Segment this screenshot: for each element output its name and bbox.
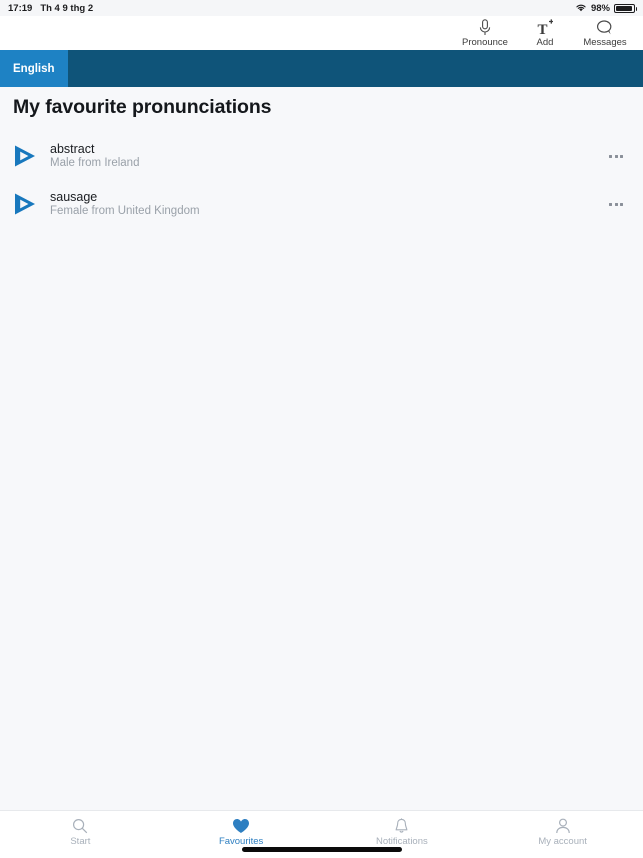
add-button[interactable]: T Add bbox=[517, 16, 573, 48]
nav-item-my-account-label: My account bbox=[538, 836, 587, 847]
tab-english[interactable]: English bbox=[0, 50, 68, 87]
nav-item-notifications[interactable]: Notifications bbox=[322, 811, 483, 847]
app-screen: 17:19 Th 4 9 thg 2 98% Pronounce T Add M… bbox=[0, 0, 643, 858]
status-date: Th 4 9 thg 2 bbox=[40, 2, 94, 14]
play-button[interactable] bbox=[10, 189, 40, 219]
list-item[interactable]: abstract Male from Ireland bbox=[0, 132, 643, 180]
status-bar-right: 98% bbox=[575, 2, 637, 14]
more-options-icon[interactable] bbox=[601, 189, 631, 219]
list-item-speaker: Male from Ireland bbox=[50, 157, 140, 170]
nav-item-notifications-label: Notifications bbox=[376, 836, 428, 847]
heart-icon bbox=[232, 817, 250, 834]
status-time: 17:19 bbox=[8, 2, 33, 14]
battery-icon bbox=[614, 3, 637, 13]
list-item-word: sausage bbox=[50, 189, 98, 204]
nav-item-start[interactable]: Start bbox=[0, 811, 161, 847]
speech-bubble-icon bbox=[596, 18, 614, 36]
status-bar: 17:19 Th 4 9 thg 2 98% bbox=[0, 0, 643, 16]
list-item-speaker: Female from United Kingdom bbox=[50, 205, 200, 218]
list-item[interactable]: sausage Female from United Kingdom bbox=[0, 180, 643, 228]
microphone-icon bbox=[479, 18, 491, 36]
pronounce-button[interactable]: Pronounce bbox=[457, 16, 513, 48]
play-button[interactable] bbox=[10, 141, 40, 171]
messages-button[interactable]: Messages bbox=[577, 16, 633, 48]
status-bar-left: 17:19 Th 4 9 thg 2 bbox=[8, 3, 93, 14]
nav-item-my-account[interactable]: My account bbox=[482, 811, 643, 847]
search-icon bbox=[72, 817, 88, 834]
add-text-icon: T bbox=[537, 18, 553, 36]
list-item-text: abstract Male from Ireland bbox=[50, 142, 139, 171]
wifi-icon bbox=[575, 3, 587, 14]
language-bar: English bbox=[0, 50, 643, 87]
bell-icon bbox=[394, 817, 409, 834]
list-item-text: sausage Female from United Kingdom bbox=[50, 190, 200, 219]
svg-text:T: T bbox=[538, 22, 548, 36]
nav-item-start-label: Start bbox=[70, 836, 91, 847]
messages-label: Messages bbox=[583, 37, 627, 48]
nav-item-favourites-label: Favourites bbox=[218, 836, 264, 847]
pronounce-label: Pronounce bbox=[462, 37, 508, 48]
add-label: Add bbox=[536, 37, 554, 48]
person-icon bbox=[555, 817, 571, 834]
nav-item-favourites[interactable]: Favourites bbox=[161, 811, 322, 847]
top-toolbar: Pronounce T Add Messages bbox=[0, 16, 643, 50]
more-options-icon[interactable] bbox=[601, 141, 631, 171]
page-title: My favourite pronunciations bbox=[13, 96, 272, 118]
battery-percent: 98% bbox=[590, 2, 610, 14]
list-item-word: abstract bbox=[50, 141, 95, 156]
favourites-list: abstract Male from Ireland sausage Femal… bbox=[0, 132, 643, 228]
tab-english-label: English bbox=[13, 62, 55, 75]
home-indicator[interactable] bbox=[241, 847, 402, 852]
